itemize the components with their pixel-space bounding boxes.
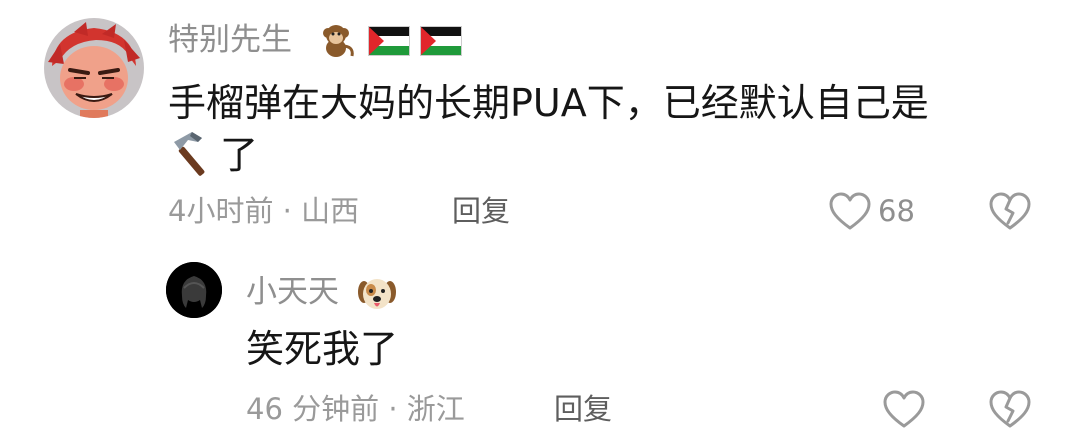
monkey-emoji-icon	[316, 20, 356, 60]
reply-button[interactable]: 回复	[452, 190, 510, 232]
comment-text: 手榴弹在大妈的长期PUA下，已经默认自己是	[168, 81, 929, 125]
dislike-broken-heart-icon[interactable]	[988, 192, 1032, 232]
like-heart-icon[interactable]	[882, 390, 926, 430]
palestine-flag-icon	[368, 26, 410, 56]
palestine-flag-icon	[420, 26, 462, 56]
comment-text: 笑死我了	[246, 327, 399, 371]
comment-time-location: 4小时前 · 山西	[168, 194, 360, 228]
avatar[interactable]	[44, 18, 144, 118]
comment-time-location: 46 分钟前 · 浙江	[246, 392, 465, 426]
dog-face-emoji-icon	[356, 272, 398, 314]
like-count: 68	[878, 194, 915, 228]
hammer-emoji-icon	[168, 128, 218, 178]
comment-author[interactable]: 小天天	[246, 270, 339, 314]
comment-author[interactable]: 特别先生	[168, 18, 292, 62]
reply-button[interactable]: 回复	[554, 388, 612, 430]
like-heart-icon[interactable]	[828, 192, 872, 232]
dislike-broken-heart-icon[interactable]	[988, 390, 1032, 430]
comment-text-continued: 了	[220, 133, 259, 177]
avatar[interactable]	[166, 262, 222, 318]
